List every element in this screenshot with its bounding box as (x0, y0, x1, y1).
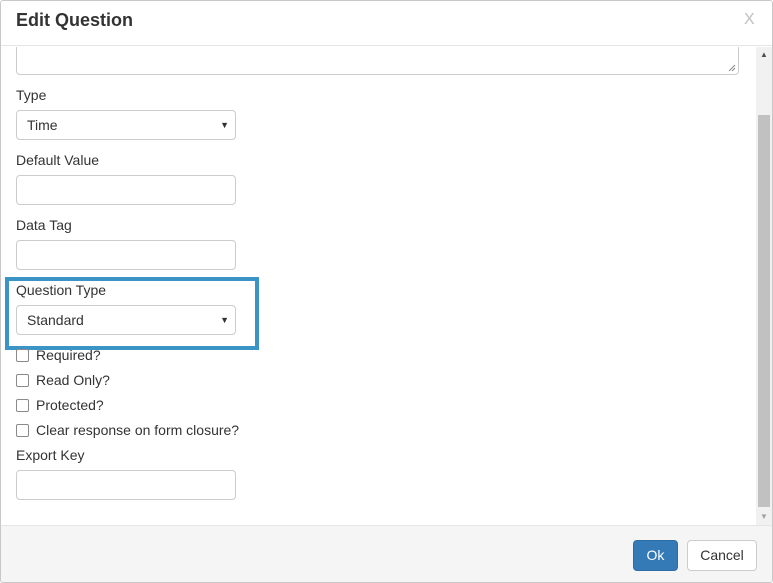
default-value-input[interactable] (16, 175, 236, 205)
question-type-select[interactable]: Standard ▼ (16, 305, 236, 335)
vertical-scrollbar[interactable]: ▲ ▼ (756, 47, 772, 525)
required-checkbox[interactable] (16, 349, 29, 362)
read-only-checkbox[interactable] (16, 374, 29, 387)
close-button[interactable]: X (744, 11, 755, 29)
scroll-thumb[interactable] (758, 115, 770, 507)
scroll-down-icon[interactable]: ▼ (756, 509, 772, 525)
protected-label: Protected? (36, 397, 104, 413)
dialog-title: Edit Question (16, 10, 133, 30)
dialog-body: Type Time ▼ Default Value Data Tag Quest… (1, 47, 772, 525)
type-select[interactable]: Time ▼ (16, 110, 236, 140)
cancel-button[interactable]: Cancel (687, 540, 757, 571)
edit-question-dialog: Edit Question X Type Time ▼ Default Valu… (0, 0, 773, 583)
resize-grip-icon[interactable] (728, 64, 736, 72)
question-type-label: Question Type (16, 282, 107, 298)
clear-response-label: Clear response on form closure? (36, 422, 240, 438)
caret-down-icon: ▼ (220, 315, 229, 325)
dialog-header: Edit Question X (1, 1, 772, 46)
data-tag-label: Data Tag (16, 217, 72, 233)
ok-button[interactable]: Ok (633, 540, 678, 571)
protected-checkbox[interactable] (16, 399, 29, 412)
export-key-input[interactable] (16, 470, 236, 500)
required-label: Required? (36, 347, 101, 363)
question-type-select-value: Standard (27, 312, 84, 328)
type-label: Type (16, 87, 47, 103)
type-select-value: Time (27, 117, 58, 133)
clear-response-checkbox[interactable] (16, 424, 29, 437)
read-only-label: Read Only? (36, 372, 110, 388)
data-tag-input[interactable] (16, 240, 236, 270)
description-textarea[interactable] (16, 47, 739, 75)
caret-down-icon: ▼ (220, 120, 229, 130)
scroll-up-icon[interactable]: ▲ (756, 47, 772, 63)
default-value-label: Default Value (16, 152, 100, 168)
export-key-label: Export Key (16, 447, 85, 463)
dialog-footer: Ok Cancel (1, 525, 772, 582)
